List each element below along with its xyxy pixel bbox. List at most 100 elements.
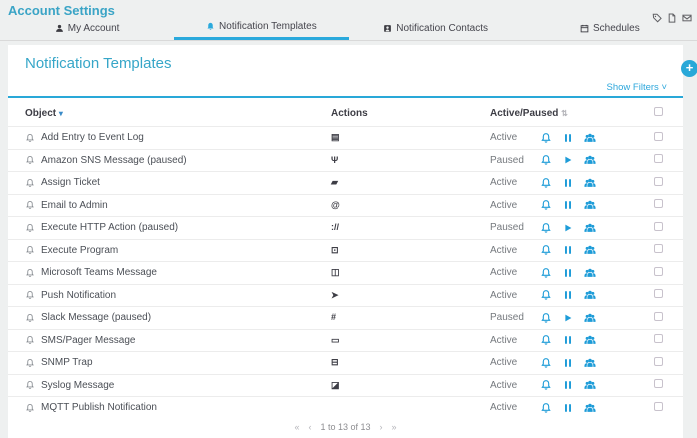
next-page-button[interactable]: › <box>380 422 383 432</box>
table-row[interactable]: Slack Message (paused) # Paused <box>8 306 683 329</box>
template-name[interactable]: Assign Ticket <box>41 177 100 188</box>
test-notification-bell-icon[interactable] <box>540 244 552 256</box>
table-row[interactable]: Assign Ticket ▰ Active <box>8 171 683 194</box>
pause-icon[interactable] <box>562 177 574 189</box>
template-name[interactable]: Push Notification <box>41 290 116 301</box>
users-icon[interactable] <box>584 357 596 369</box>
select-all-checkbox[interactable] <box>654 107 663 116</box>
test-notification-bell-icon[interactable] <box>540 357 552 369</box>
column-header-active-paused[interactable]: Active/Paused ⇅ <box>490 108 540 119</box>
add-notification-template-button[interactable]: + <box>681 60 697 77</box>
row-checkbox[interactable] <box>654 289 663 298</box>
test-notification-bell-icon[interactable] <box>540 334 552 346</box>
play-icon[interactable] <box>562 154 574 166</box>
tab-notification-templates[interactable]: Notification Templates <box>174 16 348 40</box>
play-icon[interactable] <box>562 222 574 234</box>
bell-outline-icon <box>25 380 35 390</box>
row-checkbox[interactable] <box>654 177 663 186</box>
pause-icon[interactable] <box>562 199 574 211</box>
pause-icon[interactable] <box>562 267 574 279</box>
table-row[interactable]: SMS/Pager Message ▭ Active <box>8 329 683 352</box>
tab-notification-contacts[interactable]: Notification Contacts <box>349 16 523 40</box>
bell-outline-icon <box>25 133 35 143</box>
status-text: Active <box>490 177 517 188</box>
users-icon[interactable] <box>584 379 596 391</box>
users-icon[interactable] <box>584 402 596 414</box>
template-name[interactable]: Amazon SNS Message (paused) <box>41 155 187 166</box>
test-notification-bell-icon[interactable] <box>540 132 552 144</box>
table-row[interactable]: Add Entry to Event Log ▤ Active <box>8 126 683 149</box>
template-name[interactable]: MQTT Publish Notification <box>41 402 157 413</box>
test-notification-bell-icon[interactable] <box>540 154 552 166</box>
table-row[interactable]: Syslog Message ◪ Active <box>8 374 683 397</box>
play-icon[interactable] <box>562 312 574 324</box>
users-icon[interactable] <box>584 132 596 144</box>
prev-page-button[interactable]: ‹ <box>308 422 311 432</box>
template-name[interactable]: Execute Program <box>41 245 118 256</box>
users-icon[interactable] <box>584 289 596 301</box>
tab-my-account[interactable]: My Account <box>0 16 174 40</box>
table-row[interactable]: Execute HTTP Action (paused) :// Paused <box>8 216 683 239</box>
row-checkbox[interactable] <box>654 154 663 163</box>
table-row[interactable]: MQTT Publish Notification Active <box>8 396 683 419</box>
template-name[interactable]: Syslog Message <box>41 380 114 391</box>
tab-schedules[interactable]: Schedules <box>523 16 697 40</box>
row-checkbox[interactable] <box>654 199 663 208</box>
template-name[interactable]: Microsoft Teams Message <box>41 267 157 278</box>
action-type-icon: ◪ <box>331 380 340 390</box>
row-checkbox[interactable] <box>654 312 663 321</box>
pause-icon[interactable] <box>562 357 574 369</box>
tab-label: Notification Contacts <box>396 23 488 34</box>
pause-icon[interactable] <box>562 402 574 414</box>
template-name[interactable]: SMS/Pager Message <box>41 335 136 346</box>
pause-icon[interactable] <box>562 244 574 256</box>
bell-outline-icon <box>25 200 35 210</box>
test-notification-bell-icon[interactable] <box>540 379 552 391</box>
table-row[interactable]: SNMP Trap ⊟ Active <box>8 351 683 374</box>
table-row[interactable]: Amazon SNS Message (paused) Ψ Paused <box>8 149 683 172</box>
row-checkbox[interactable] <box>654 357 663 366</box>
users-icon[interactable] <box>584 312 596 324</box>
row-checkbox[interactable] <box>654 244 663 253</box>
show-filters-link[interactable]: Show Filters ˅ <box>607 82 667 93</box>
row-checkbox[interactable] <box>654 402 663 411</box>
table-row[interactable]: Microsoft Teams Message ◫ Active <box>8 261 683 284</box>
row-checkbox[interactable] <box>654 132 663 141</box>
pause-icon[interactable] <box>562 289 574 301</box>
row-checkbox[interactable] <box>654 379 663 388</box>
pause-icon[interactable] <box>562 334 574 346</box>
test-notification-bell-icon[interactable] <box>540 402 552 414</box>
test-notification-bell-icon[interactable] <box>540 289 552 301</box>
row-checkbox[interactable] <box>654 334 663 343</box>
last-page-button[interactable]: » <box>392 422 397 432</box>
test-notification-bell-icon[interactable] <box>540 199 552 211</box>
test-notification-bell-icon[interactable] <box>540 312 552 324</box>
template-name[interactable]: Email to Admin <box>41 200 108 211</box>
pause-icon[interactable] <box>562 379 574 391</box>
first-page-button[interactable]: « <box>294 422 299 432</box>
test-notification-bell-icon[interactable] <box>540 267 552 279</box>
pause-icon[interactable] <box>562 132 574 144</box>
template-name[interactable]: Add Entry to Event Log <box>41 132 144 143</box>
users-icon[interactable] <box>584 177 596 189</box>
template-name[interactable]: Execute HTTP Action (paused) <box>41 222 178 233</box>
contact-card-icon <box>383 24 392 33</box>
test-notification-bell-icon[interactable] <box>540 177 552 189</box>
template-name[interactable]: SNMP Trap <box>41 357 93 368</box>
users-icon[interactable] <box>584 244 596 256</box>
row-checkbox[interactable] <box>654 222 663 231</box>
table-row[interactable]: Push Notification ➤ Active <box>8 284 683 307</box>
users-icon[interactable] <box>584 222 596 234</box>
table-row[interactable]: Execute Program ⊡ Active <box>8 239 683 262</box>
users-icon[interactable] <box>584 334 596 346</box>
users-icon[interactable] <box>584 199 596 211</box>
users-icon[interactable] <box>584 267 596 279</box>
test-notification-bell-icon[interactable] <box>540 222 552 234</box>
column-header-object[interactable]: Object ▾ <box>25 108 331 119</box>
table-row[interactable]: Email to Admin @ Active <box>8 194 683 217</box>
bell-icon <box>206 22 215 31</box>
bell-outline-icon <box>25 268 35 278</box>
template-name[interactable]: Slack Message (paused) <box>41 312 151 323</box>
row-checkbox[interactable] <box>654 267 663 276</box>
users-icon[interactable] <box>584 154 596 166</box>
